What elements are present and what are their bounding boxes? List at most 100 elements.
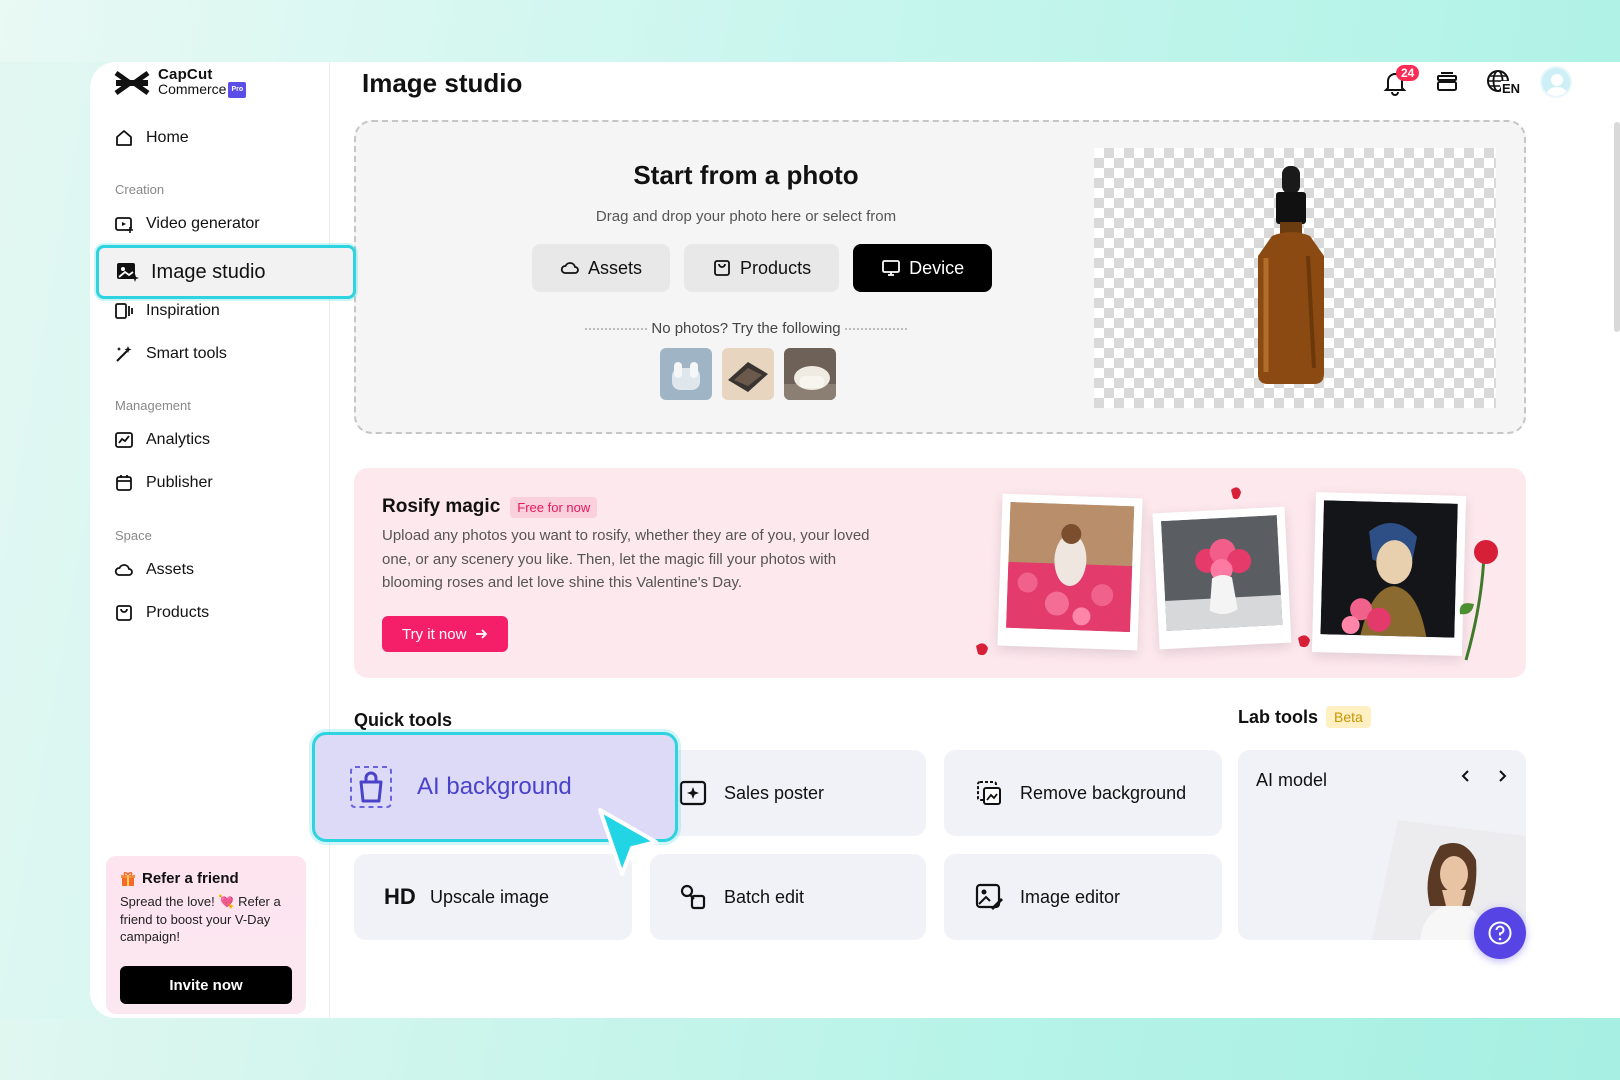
sample-photo-earbuds[interactable] bbox=[660, 348, 712, 400]
app-window: CapCut Commerce Pro Home Creation Video g… bbox=[90, 62, 1620, 1018]
sidebar-item-label: Image studio bbox=[151, 260, 266, 283]
sidebar-item-label: Smart tools bbox=[146, 345, 227, 362]
petal-decoration bbox=[976, 643, 988, 656]
product-box-icon bbox=[714, 260, 730, 276]
refer-title: Refer a friend bbox=[120, 870, 292, 887]
analytics-icon bbox=[115, 432, 133, 448]
header-toolbar: 24 EN bbox=[1380, 65, 1572, 98]
beta-badge: Beta bbox=[1326, 706, 1371, 728]
section-label-space: Space bbox=[115, 528, 152, 543]
storage-button[interactable] bbox=[1432, 67, 1462, 97]
sidebar-item-products[interactable]: Products bbox=[114, 597, 209, 629]
chair-thumbnail bbox=[784, 348, 836, 400]
section-label-management: Management bbox=[115, 398, 191, 413]
sidebar-item-label: Assets bbox=[146, 561, 195, 578]
sidebar-item-smart-tools[interactable]: Smart tools bbox=[114, 338, 227, 370]
roses-vase-image bbox=[1160, 515, 1283, 631]
sidebar-item-video-generator[interactable]: Video generator bbox=[114, 208, 260, 240]
rosify-sample-portrait bbox=[1311, 492, 1467, 656]
try-it-now-button[interactable]: Try it now bbox=[382, 616, 509, 652]
brand-name: CapCut bbox=[158, 66, 213, 83]
sample-photos-hint: No photos? Try the following bbox=[356, 320, 1136, 337]
hd-icon: HD bbox=[384, 884, 416, 909]
batch-edit-tool[interactable]: Batch edit bbox=[650, 854, 926, 940]
sidebar-item-label: Publisher bbox=[146, 474, 213, 491]
rosify-description: Upload any photos you want to rosify, wh… bbox=[382, 527, 870, 591]
section-label-creation: Creation bbox=[115, 182, 165, 197]
image-editor-tool[interactable]: Image editor bbox=[944, 854, 1222, 940]
sidebar-item-publisher[interactable]: Publisher bbox=[114, 467, 213, 499]
page-title: Image studio bbox=[362, 68, 523, 98]
cloud-icon bbox=[114, 564, 133, 576]
petal-decoration bbox=[1298, 635, 1310, 648]
sidebar-item-image-studio[interactable]: Image studio bbox=[96, 245, 356, 299]
sidebar-item-label: Video generator bbox=[146, 215, 260, 232]
rosify-sample-woman bbox=[997, 493, 1143, 651]
rose-decoration bbox=[1459, 540, 1498, 661]
sample-photos bbox=[660, 348, 836, 400]
rosify-title: Rosify magic Free for now bbox=[382, 496, 598, 518]
sidebar-item-inspiration[interactable]: Inspiration bbox=[114, 295, 220, 327]
sidebar: CapCut Commerce Pro Home Creation Video g… bbox=[90, 62, 330, 1018]
earbuds-thumbnail bbox=[660, 348, 712, 400]
batch-edit-icon bbox=[680, 884, 706, 910]
stack-icon bbox=[1437, 72, 1457, 91]
remove-background-icon bbox=[977, 781, 1001, 805]
page-scrollbar[interactable] bbox=[1614, 122, 1620, 332]
home-icon bbox=[116, 130, 132, 146]
roses-woman-image bbox=[1006, 501, 1135, 633]
device-source-button[interactable]: Device bbox=[853, 244, 993, 292]
language-button[interactable]: EN bbox=[1484, 67, 1522, 97]
remove-background-tool[interactable]: Remove background bbox=[944, 750, 1222, 836]
sidebar-item-assets[interactable]: Assets bbox=[114, 554, 194, 586]
invite-now-button[interactable]: Invite now bbox=[120, 966, 292, 1004]
sales-poster-icon bbox=[679, 780, 707, 806]
notification-count-badge: 24 bbox=[1396, 65, 1420, 81]
makeup-palette-thumbnail bbox=[722, 348, 774, 400]
carousel-controls bbox=[1458, 768, 1510, 784]
question-icon bbox=[1488, 921, 1512, 945]
capcut-logo-icon bbox=[114, 71, 150, 96]
roses-portrait-image bbox=[1320, 500, 1458, 638]
sidebar-item-label: Analytics bbox=[146, 431, 211, 448]
mouse-pointer-icon bbox=[598, 808, 658, 876]
products-source-button[interactable]: Products bbox=[684, 244, 840, 292]
upload-title: Start from a photo bbox=[633, 160, 859, 190]
petal-decoration bbox=[1231, 487, 1241, 500]
gift-icon bbox=[121, 871, 135, 886]
product-box-icon bbox=[116, 605, 132, 621]
ai-model-card[interactable]: AI model bbox=[1238, 750, 1526, 940]
background-bottom-band bbox=[0, 1018, 1620, 1080]
preview-transparent-canvas bbox=[1094, 148, 1496, 408]
capcut-logo[interactable]: CapCut Commerce Pro bbox=[114, 66, 247, 99]
dropper-bottle-image bbox=[1258, 166, 1324, 384]
sidebar-item-analytics[interactable]: Analytics bbox=[114, 424, 210, 456]
source-buttons: Assets Products Device bbox=[532, 244, 993, 292]
shopping-bag-icon bbox=[350, 766, 392, 808]
chevron-left-icon[interactable] bbox=[1458, 768, 1474, 784]
image-studio-icon bbox=[117, 263, 139, 282]
sample-photo-chair[interactable] bbox=[784, 348, 836, 400]
sidebar-item-home[interactable]: Home bbox=[114, 122, 189, 154]
upload-dropzone[interactable]: Start from a photo Drag and drop your ph… bbox=[354, 120, 1526, 434]
upscale-image-tool[interactable]: HD Upscale image bbox=[354, 854, 632, 940]
sidebar-item-label: Products bbox=[146, 604, 210, 621]
calendar-icon bbox=[116, 475, 132, 491]
monitor-icon bbox=[882, 260, 900, 276]
free-for-now-badge: Free for now bbox=[510, 496, 598, 518]
arrow-right-icon bbox=[476, 629, 488, 639]
notifications-button[interactable]: 24 bbox=[1380, 65, 1420, 97]
sample-photo-palette[interactable] bbox=[722, 348, 774, 400]
user-avatar[interactable] bbox=[1540, 66, 1572, 98]
video-generator-icon bbox=[115, 217, 133, 233]
pro-badge: Pro bbox=[228, 82, 247, 99]
assets-source-button[interactable]: Assets bbox=[532, 244, 671, 292]
inspiration-icon bbox=[115, 303, 133, 319]
refer-text: Spread the love! 💘 Refer a friend to boo… bbox=[120, 894, 281, 944]
refer-a-friend-card: Refer a friend Spread the love! 💘 Refer … bbox=[106, 856, 306, 1014]
sidebar-item-label: Inspiration bbox=[146, 302, 220, 319]
sales-poster-tool[interactable]: Sales poster bbox=[650, 750, 926, 836]
chevron-right-icon[interactable] bbox=[1494, 768, 1510, 784]
cloud-icon bbox=[560, 262, 579, 274]
help-button[interactable] bbox=[1474, 907, 1526, 959]
